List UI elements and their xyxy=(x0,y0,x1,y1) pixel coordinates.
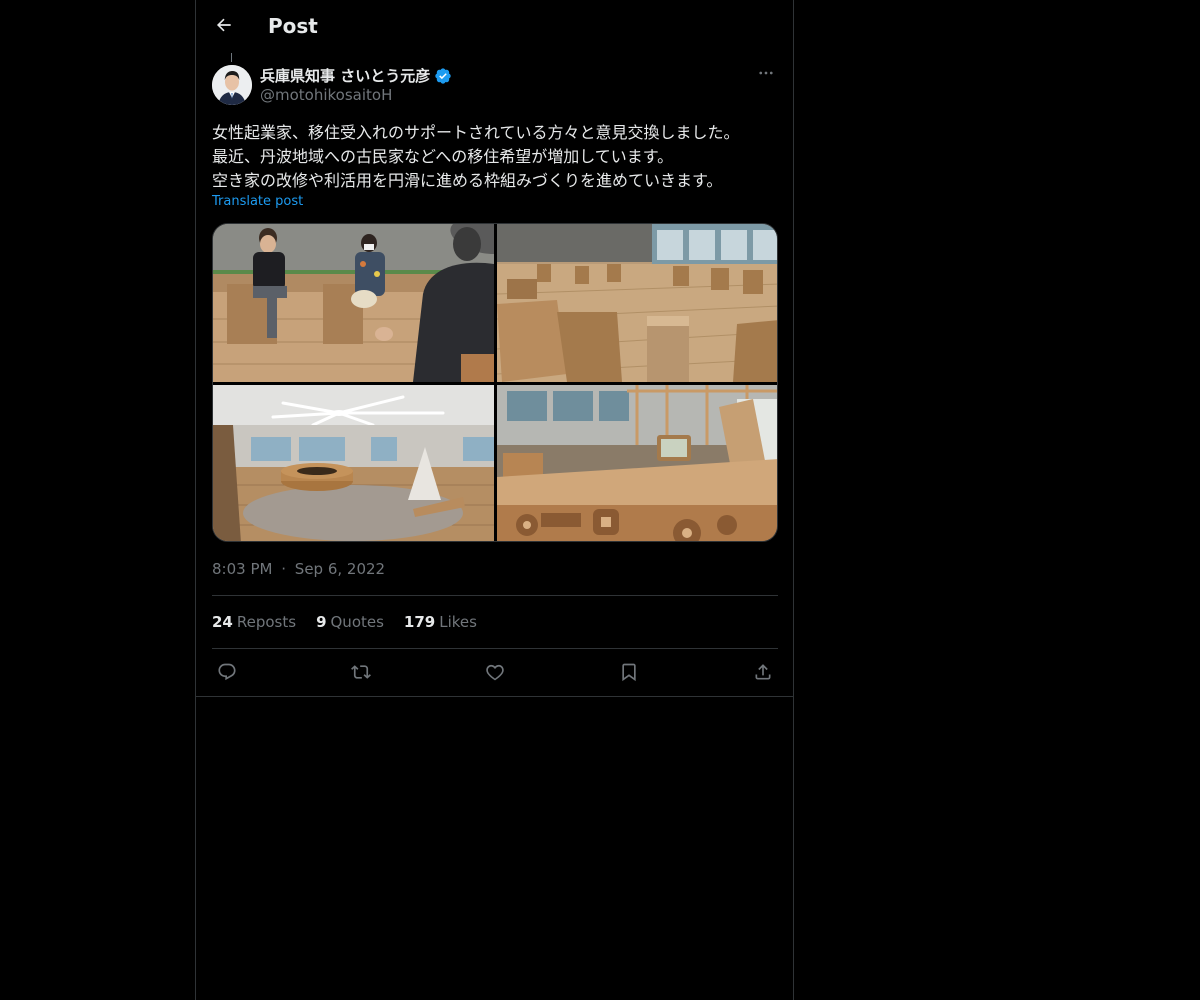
share-icon xyxy=(753,662,773,686)
arrow-left-icon xyxy=(214,15,234,39)
divider xyxy=(196,696,794,697)
quotes-count: 9 xyxy=(316,613,327,631)
reposts-label: Reposts xyxy=(236,613,297,631)
author-name[interactable]: 兵庫県知事 さいとう元彦 xyxy=(260,65,452,86)
timestamp-separator: · xyxy=(281,560,287,578)
thread-connector xyxy=(231,53,232,62)
post-text-line: 最近、丹波地域への古民家などへの移住希望が増加しています。 xyxy=(212,147,674,166)
likes-stat[interactable]: 179 Likes xyxy=(404,613,477,631)
likes-label: Likes xyxy=(439,613,477,631)
verified-badge-icon[interactable] xyxy=(434,67,452,85)
photo-carved-counter[interactable] xyxy=(497,385,777,541)
post-header: Post xyxy=(196,0,794,54)
bookmark-icon xyxy=(619,662,639,686)
divider xyxy=(212,648,778,649)
quotes-stat[interactable]: 9 Quotes xyxy=(316,613,384,631)
author-name-text: 兵庫県知事 さいとう元彦 xyxy=(260,67,431,85)
photo-meeting[interactable] xyxy=(213,224,494,382)
post-column: Post 兵庫県知事 さいとう元彦 @motohikosaitoH 女性起業家、… xyxy=(195,0,794,1000)
post-time: 8:03 PM xyxy=(212,560,273,578)
reposts-count: 24 xyxy=(212,613,233,631)
photo-round-room[interactable] xyxy=(213,385,494,541)
like-button[interactable] xyxy=(481,660,509,688)
repost-button[interactable] xyxy=(347,660,375,688)
bookmark-button[interactable] xyxy=(615,660,643,688)
repost-icon xyxy=(351,662,371,686)
media-grid xyxy=(212,223,778,542)
post-actions xyxy=(212,660,778,688)
divider xyxy=(212,595,778,596)
share-button[interactable] xyxy=(749,660,777,688)
more-horizontal-icon xyxy=(757,64,775,86)
quotes-label: Quotes xyxy=(330,613,384,631)
heart-icon xyxy=(485,662,505,686)
reply-icon xyxy=(217,662,237,686)
translate-post-link[interactable]: Translate post xyxy=(212,194,303,209)
author-handle[interactable]: @motohikosaitoH xyxy=(260,86,392,104)
post-stats: 24 Reposts 9 Quotes 179 Likes xyxy=(212,613,477,631)
likes-count: 179 xyxy=(403,613,436,631)
photo-wooden-chairs[interactable] xyxy=(497,224,777,382)
reposts-stat[interactable]: 24 Reposts xyxy=(212,613,296,631)
post-text-line: 空き家の改修や利活用を円滑に進める枠組みづくりを進めていきます。 xyxy=(212,171,723,190)
avatar[interactable] xyxy=(212,65,252,105)
more-options-button[interactable] xyxy=(753,64,779,86)
back-button[interactable] xyxy=(210,13,238,41)
post-text-line: 女性起業家、移住受入れのサポートされている方々と意見交換しました。 xyxy=(212,123,740,142)
post-timestamp[interactable]: 8:03 PM · Sep 6, 2022 xyxy=(212,560,385,578)
reply-button[interactable] xyxy=(213,660,241,688)
page-title: Post xyxy=(268,14,318,38)
post-date: Sep 6, 2022 xyxy=(294,560,386,578)
post-text: 女性起業家、移住受入れのサポートされている方々と意見交換しました。 最近、丹波地… xyxy=(212,121,782,193)
